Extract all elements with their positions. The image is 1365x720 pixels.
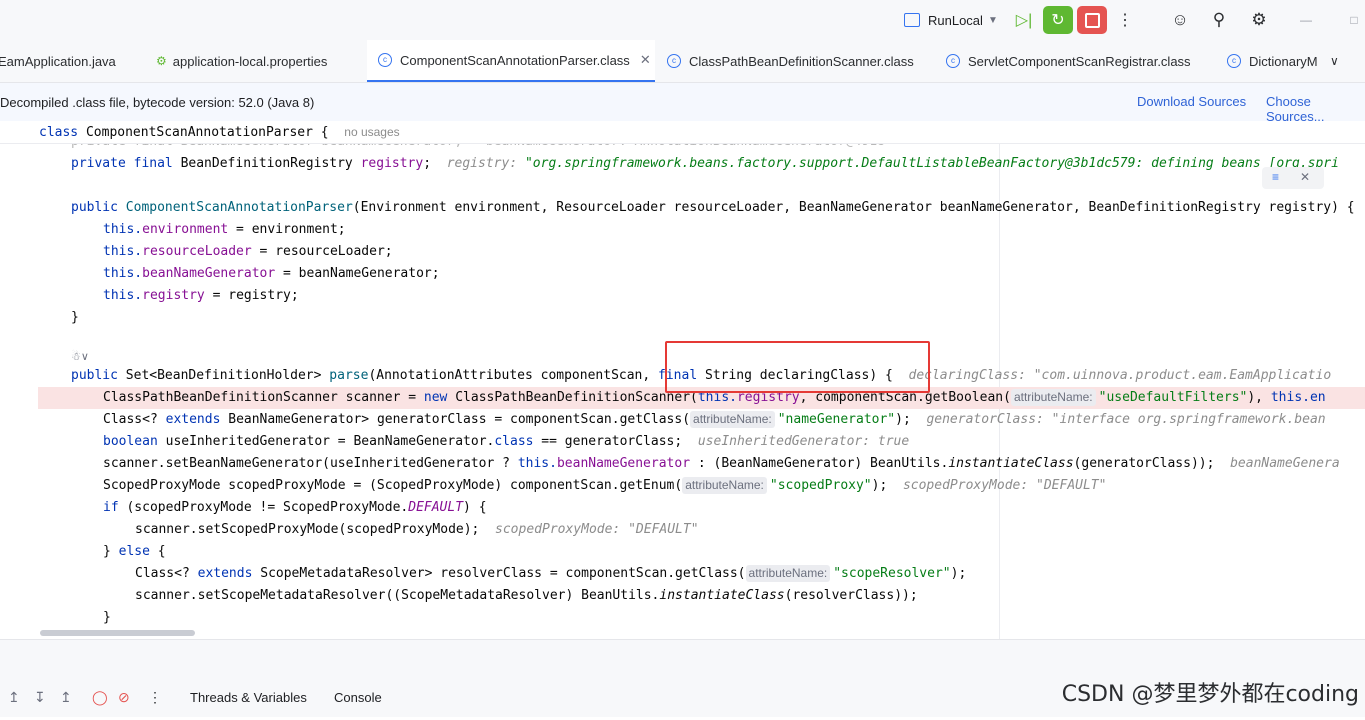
- frames-up-icon[interactable]: ↥: [8, 689, 20, 706]
- close-icon[interactable]: ✕: [640, 52, 651, 68]
- class-file-icon: c: [1227, 54, 1241, 68]
- maximize-icon[interactable]: □: [1346, 6, 1362, 34]
- code-line-3: public ComponentScanAnnotationParser(Env…: [71, 200, 1355, 215]
- code-line-18: } else {: [103, 544, 166, 559]
- annotation-gutter-icon[interactable]: ☃∨: [71, 350, 89, 363]
- code-line-4: this.environment = environment;: [103, 222, 346, 237]
- code-line-12: Class<? extends BeanNameGenerator> gener…: [103, 411, 1326, 428]
- param-hint: attributeName:: [1010, 389, 1096, 406]
- tab-label: EamApplication.java: [0, 53, 116, 69]
- minimize-icon[interactable]: —: [1297, 6, 1315, 34]
- horizontal-scrollbar[interactable]: [40, 630, 195, 636]
- tab-label: ClassPathBeanDefinitionScanner.class: [689, 53, 914, 69]
- properties-file-icon: ⚙: [156, 54, 167, 68]
- code-line-14: scanner.setBeanNameGenerator(useInherite…: [103, 456, 1340, 471]
- code-line-17: scanner.setScopedProxyMode(scopedProxyMo…: [135, 522, 699, 537]
- usages-hint: no usages: [344, 125, 400, 139]
- code-line-16: if (scopedProxyMode != ScopedProxyMode.D…: [103, 500, 487, 515]
- search-icon[interactable]: ⚲: [1207, 6, 1231, 34]
- watermark: CSDN @梦里梦外都在coding: [1061, 682, 1359, 707]
- tab-label: ServletComponentScanRegistrar.class: [968, 53, 1191, 69]
- tab-label: application-local.properties: [172, 53, 328, 69]
- tab-component-scan-annotation-parser[interactable]: c ComponentScanAnnotationParser.class ✕: [367, 40, 655, 82]
- add-user-icon[interactable]: ☺: [1168, 6, 1192, 34]
- download-sources-link[interactable]: Download Sources: [1137, 94, 1246, 109]
- gutter[interactable]: [0, 121, 38, 639]
- code-line-5: this.resourceLoader = resourceLoader;: [103, 244, 393, 259]
- mute-breakpoints-icon[interactable]: ⊘: [118, 689, 130, 706]
- tab-servlet-component-scan-registrar[interactable]: c ServletComponentScanRegistrar.class: [946, 40, 1191, 82]
- tab-eam-application[interactable]: EamApplication.java: [0, 40, 116, 82]
- code-line-19: Class<? extends ScopeMetadataResolver> r…: [135, 565, 967, 582]
- param-hint: attributeName:: [682, 477, 767, 494]
- choose-sources-link[interactable]: Choose Sources...: [1266, 94, 1365, 124]
- class-file-icon: c: [667, 54, 681, 68]
- rerun-icon[interactable]: ↻: [1043, 6, 1073, 34]
- tabs-overflow-chevron-icon[interactable]: ∨: [1330, 40, 1339, 82]
- chevron-down-icon: ▼: [987, 14, 998, 26]
- param-hint: attributeName:: [745, 565, 831, 582]
- decompiled-banner: Decompiled .class file, bytecode version…: [0, 83, 1365, 124]
- code-line-15: ScopedProxyMode scopedProxyMode = (Scope…: [103, 477, 1107, 494]
- settings-icon[interactable]: ⚙: [1247, 6, 1271, 34]
- sticky-line: class ComponentScanAnnotationParser { no…: [39, 125, 400, 140]
- param-hint: attributeName:: [690, 411, 775, 428]
- inline-popup[interactable]: ≡ ✕: [1262, 167, 1324, 189]
- code-line-21: }: [103, 610, 111, 625]
- class-file-icon: c: [946, 54, 960, 68]
- tab-dictionary[interactable]: c DictionaryM: [1227, 40, 1321, 82]
- resume-icon[interactable]: ▷|: [1012, 6, 1036, 34]
- code-line-7: this.registry = registry;: [103, 288, 299, 303]
- run-config-selector[interactable]: RunLocal ▼: [904, 6, 1000, 34]
- code-line-1: private final BeanDefinitionRegistry reg…: [71, 156, 1339, 171]
- editor-tabs: EamApplication.java ⚙ application-local.…: [0, 40, 1365, 83]
- code-line-8: }: [71, 310, 79, 325]
- code-line-6: this.beanNameGenerator = beanNameGenerat…: [103, 266, 440, 281]
- tab-label: ComponentScanAnnotationParser.class: [400, 52, 630, 68]
- run-config-icon: [904, 13, 920, 27]
- download-icon[interactable]: ↧: [34, 689, 46, 706]
- tab-application-local-properties[interactable]: ⚙ application-local.properties: [156, 40, 327, 82]
- code-line-20: scanner.setScopeMetadataResolver((ScopeM…: [135, 588, 918, 603]
- sticky-class-header: class ComponentScanAnnotationParser { no…: [0, 121, 1365, 144]
- upload-icon[interactable]: ↥: [60, 689, 72, 706]
- code-line-13: boolean useInheritedGenerator = BeanName…: [103, 434, 910, 449]
- tab-threads-variables[interactable]: Threads & Variables: [190, 676, 307, 716]
- class-file-icon: c: [378, 53, 392, 67]
- title-bar: RunLocal ▼ ▷| ↻ ⋮ ☺ ⚲ ⚙ — □: [0, 0, 1365, 40]
- breakpoints-icon[interactable]: ◯: [92, 689, 108, 706]
- highlight-annotation-box: [665, 341, 930, 393]
- run-config-label: RunLocal: [928, 12, 983, 28]
- more-icon[interactable]: ⋮: [148, 689, 162, 706]
- tab-class-path-bean-definition-scanner[interactable]: c ClassPathBeanDefinitionScanner.class: [667, 40, 914, 82]
- tab-label: DictionaryM: [1249, 53, 1318, 69]
- reader-mode-icon[interactable]: ≡: [1272, 170, 1279, 184]
- tab-console[interactable]: Console: [334, 676, 382, 716]
- close-icon[interactable]: ✕: [1300, 170, 1310, 184]
- more-icon[interactable]: ⋮: [1115, 6, 1135, 34]
- banner-text: Decompiled .class file, bytecode version…: [0, 94, 315, 110]
- stop-icon[interactable]: [1077, 6, 1107, 34]
